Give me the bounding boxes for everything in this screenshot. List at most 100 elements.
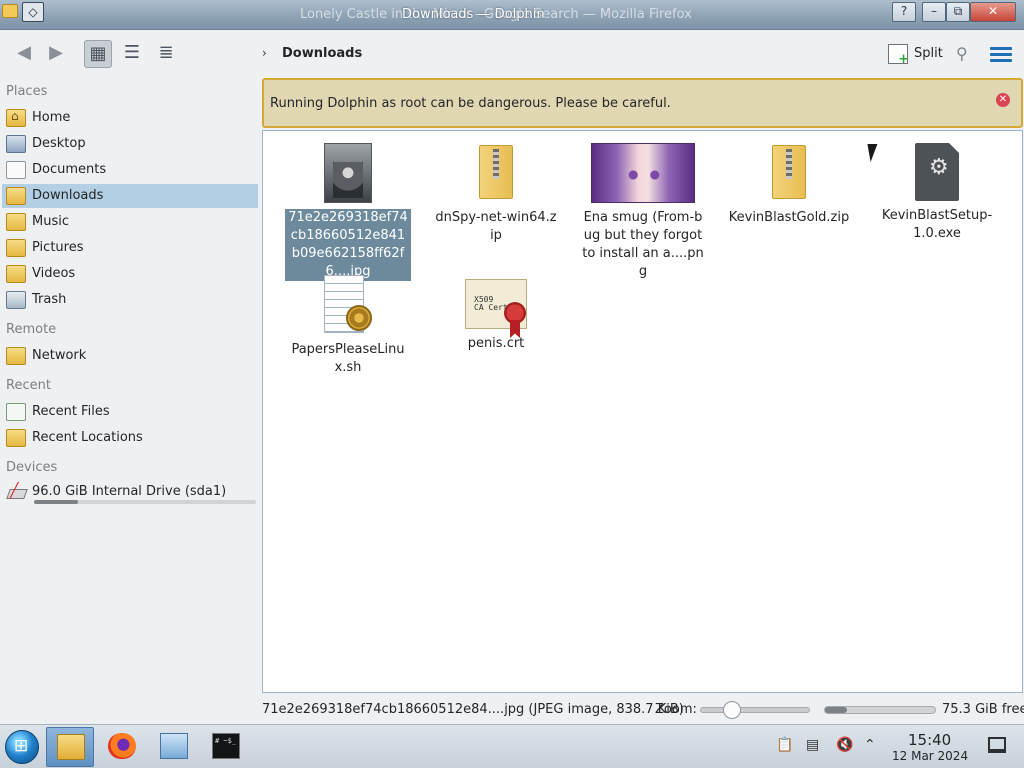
- sidebar-item-desktop[interactable]: Desktop: [2, 132, 258, 156]
- zoom-slider[interactable]: [700, 701, 810, 719]
- file-item[interactable]: X509 CA Cert penis.crt: [433, 275, 559, 353]
- file-item[interactable]: KevinBlastSetup-1.0.exe: [874, 143, 1000, 243]
- certificate-text: X509 CA Cert: [474, 295, 508, 312]
- breadcrumb-downloads[interactable]: Downloads: [282, 46, 362, 61]
- status-bar: 71e2e269318ef74cb18660512e84....jpg (JPE…: [0, 694, 1024, 724]
- zip-archive-icon: [473, 145, 519, 203]
- music-folder-icon: [6, 213, 26, 231]
- trash-icon: [6, 291, 26, 309]
- split-view-icon: [888, 44, 909, 67]
- split-label: Split: [914, 46, 943, 61]
- sidebar-item-documents[interactable]: Documents: [2, 158, 258, 182]
- sidebar-item-label: Desktop: [32, 136, 86, 151]
- zoom-label: Zoom:: [655, 702, 697, 717]
- sidebar-item-videos[interactable]: Videos: [2, 262, 258, 286]
- file-view[interactable]: 71e2e269318ef74cb18660512e841b09e662158f…: [262, 130, 1023, 693]
- sidebar-item-label: Documents: [32, 162, 107, 177]
- hamburger-menu-button[interactable]: [990, 44, 1012, 66]
- compact-view-button[interactable]: ☰: [118, 40, 146, 68]
- forward-arrow-icon: ▶: [49, 42, 63, 63]
- firefox-icon: [108, 733, 136, 759]
- clipboard-icon[interactable]: 📋: [776, 737, 793, 753]
- window-titlebar: ◇ Lonely Castle in the Mirror - Google S…: [0, 0, 1024, 30]
- documents-icon: [6, 161, 26, 179]
- back-arrow-icon: ◀: [17, 42, 31, 63]
- sidebar-item-label: Recent Files: [32, 404, 110, 419]
- tray-expand-icon[interactable]: ⌃: [864, 737, 876, 753]
- compact-view-icon: ☰: [123, 42, 141, 63]
- script-gear: [346, 305, 372, 331]
- zip-teeth: [493, 149, 499, 179]
- drive-usage-fill: [34, 500, 79, 504]
- taskbar-system-settings[interactable]: [150, 727, 198, 767]
- pictures-folder-icon: [6, 239, 26, 257]
- breadcrumb-chevron-icon[interactable]: ›: [262, 46, 267, 60]
- network-folder-icon: [6, 347, 26, 365]
- forward-button[interactable]: ▶: [42, 40, 70, 68]
- sidebar-item-label: Downloads: [32, 188, 104, 203]
- free-space-label: 75.3 GiB free: [942, 702, 1024, 717]
- root-warning-text: Running Dolphin as root can be dangerous…: [270, 96, 671, 111]
- search-button[interactable]: ⚲: [956, 44, 978, 66]
- taskbar-terminal[interactable]: # ~$_: [202, 727, 250, 767]
- search-icon: ⚲: [956, 44, 968, 63]
- window-menu-button[interactable]: ◇: [22, 2, 44, 22]
- file-name: dnSpy-net-win64.zip: [435, 210, 557, 243]
- volume-muted-icon[interactable]: 🔇: [836, 737, 853, 753]
- sidebar-item-label: Music: [32, 214, 69, 229]
- sidebar-item-downloads[interactable]: Downloads: [2, 184, 258, 208]
- sidebar-item-home[interactable]: Home: [2, 106, 258, 130]
- zip-teeth: [786, 149, 792, 179]
- clock-date[interactable]: 12 Mar 2024: [892, 749, 968, 763]
- icons-view-icon: ▦: [89, 43, 107, 64]
- show-desktop-icon[interactable]: [988, 737, 1006, 753]
- taskbar-dolphin[interactable]: [46, 727, 94, 767]
- file-name: KevinBlastGold.zip: [728, 210, 850, 225]
- minimize-button[interactable]: –: [922, 2, 946, 22]
- selected-file-info: 71e2e269318ef74cb18660512e84....jpg (JPE…: [262, 702, 684, 717]
- notes-icon[interactable]: ▤: [806, 737, 819, 753]
- clock-time[interactable]: 15:40: [908, 731, 951, 749]
- details-view-icon: ≣: [158, 42, 174, 63]
- sidebar-item-pictures[interactable]: Pictures: [2, 236, 258, 260]
- jpeg-thumbnail-icon: [324, 143, 372, 203]
- zip-archive-icon: [766, 145, 812, 203]
- dolphin-app-icon: [2, 4, 18, 18]
- shell-script-icon: [322, 275, 374, 335]
- file-item[interactable]: dnSpy-net-win64.zip: [433, 143, 559, 245]
- file-name: KevinBlastSetup-1.0.exe: [881, 208, 993, 241]
- sidebar-item-recent-locations[interactable]: Recent Locations: [2, 426, 258, 450]
- sidebar-item-music[interactable]: Music: [2, 210, 258, 234]
- sidebar-item-recent-files[interactable]: Recent Files: [2, 400, 258, 424]
- videos-folder-icon: [6, 265, 26, 283]
- downloads-folder-icon: [6, 187, 26, 205]
- recent-files-icon: [6, 403, 26, 421]
- home-folder-icon: [6, 109, 26, 127]
- file-item[interactable]: PapersPleaseLinux.sh: [285, 275, 411, 377]
- banner-close-icon[interactable]: ✕: [996, 93, 1010, 107]
- file-name: Ena smug (From-bug but they forgot to in…: [582, 210, 704, 279]
- sidebar-item-trash[interactable]: Trash: [2, 288, 258, 312]
- sidebar-item-internal-drive[interactable]: 96.0 GiB Internal Drive (sda1): [2, 480, 258, 508]
- sidebar-item-label: Videos: [32, 266, 76, 281]
- remote-section-title: Remote: [6, 322, 57, 337]
- hamburger-menu-icon: [990, 47, 1012, 50]
- desktop-icon: [6, 135, 26, 153]
- png-thumbnail-icon: [591, 143, 695, 203]
- file-item[interactable]: KevinBlastGold.zip: [726, 143, 852, 227]
- icons-view-button[interactable]: ▦: [84, 40, 112, 68]
- back-button[interactable]: ◀: [10, 40, 38, 68]
- main-toolbar: ◀ ▶ ▦ ☰ ≣ › Downloads Split ⚲: [0, 30, 1024, 78]
- taskbar-firefox[interactable]: [98, 727, 146, 767]
- file-item[interactable]: 71e2e269318ef74cb18660512e841b09e662158f…: [285, 143, 411, 281]
- file-item[interactable]: Ena smug (From-bug but they forgot to in…: [580, 143, 706, 281]
- close-button[interactable]: ✕: [970, 2, 1016, 22]
- details-view-button[interactable]: ≣: [152, 40, 180, 68]
- start-menu-button[interactable]: [5, 730, 39, 764]
- certificate-icon: X509 CA Cert: [465, 279, 527, 338]
- help-button[interactable]: ?: [892, 2, 916, 22]
- file-name: penis.crt: [467, 336, 525, 351]
- zoom-slider-handle[interactable]: [722, 701, 741, 719]
- maximize-button[interactable]: ⧉: [946, 2, 970, 22]
- sidebar-item-network[interactable]: Network: [2, 344, 258, 368]
